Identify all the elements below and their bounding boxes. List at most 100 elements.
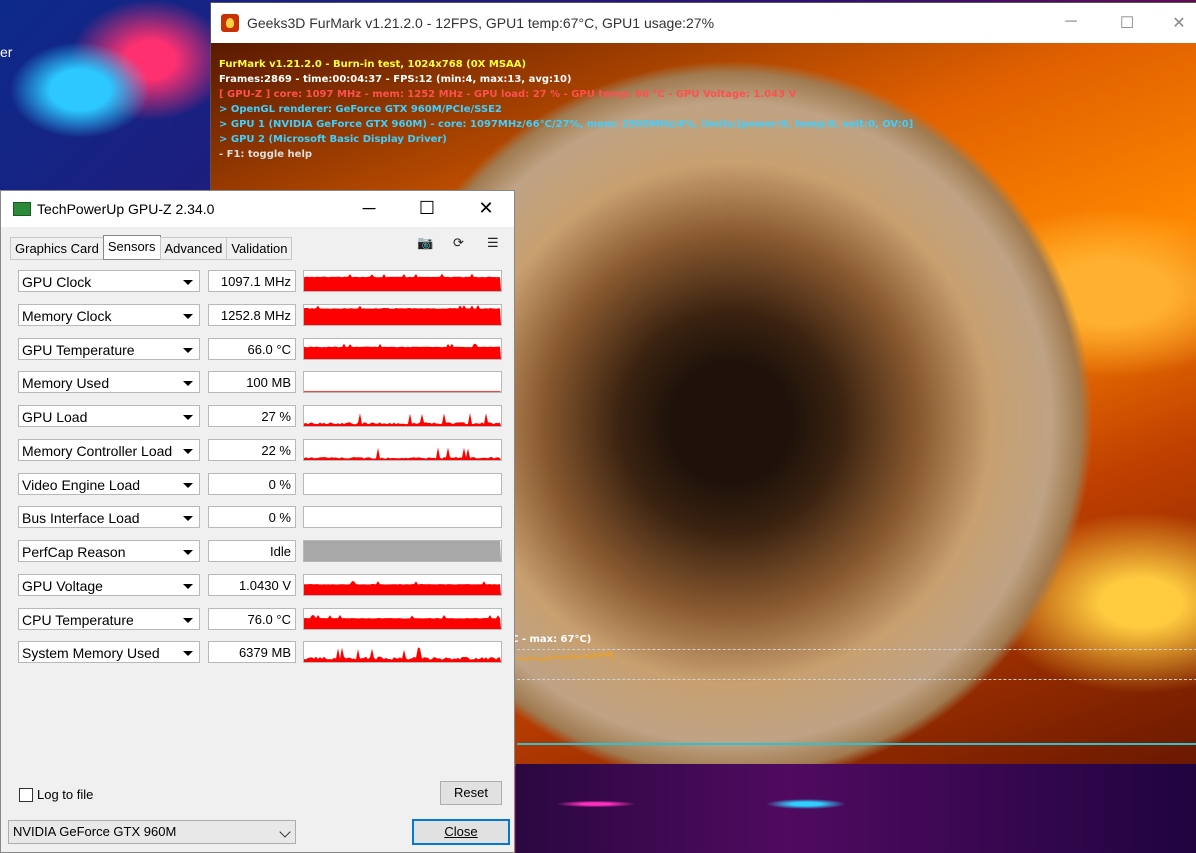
tab-advanced[interactable]: Advanced: [159, 237, 228, 260]
sensor-label-dropdown[interactable]: Memory Controller Load: [18, 439, 200, 461]
close-button[interactable]: Close: [412, 819, 510, 845]
checkbox-box[interactable]: [19, 787, 33, 802]
sensor-value: 22 %: [208, 439, 296, 461]
dropdown-arrow-icon: [183, 314, 193, 319]
furmark-titlebar[interactable]: Geeks3D FurMark v1.21.2.0 - 12FPS, GPU1 …: [211, 3, 1196, 43]
sensor-graph-svg: [304, 541, 501, 561]
sensor-label-dropdown[interactable]: CPU Temperature: [18, 608, 200, 630]
sensor-graph-svg: [304, 343, 501, 359]
log-to-file-label: Log to file: [37, 787, 94, 802]
tab-validation[interactable]: Validation: [226, 237, 293, 260]
camera-icon[interactable]: 📷: [417, 235, 433, 251]
maximize-icon[interactable]: ☐: [415, 198, 439, 219]
sensor-value: 66.0 °C: [208, 338, 296, 360]
sensor-label: PerfCap Reason: [22, 544, 126, 560]
sensor-value: 6379 MB: [208, 641, 296, 663]
sensor-row: GPU Temperature 66.0 °C: [18, 338, 503, 362]
furmark-info-line: - F1: toggle help: [219, 149, 313, 160]
temperature-graph-label: C - max: 67°C): [511, 634, 592, 645]
sensors-panel: GPU Clock 1097.1 MHz Memory Clock 1252.8 MH…: [10, 258, 507, 663]
sensor-label: Memory Controller Load: [22, 443, 173, 459]
dropdown-arrow-icon: [183, 516, 193, 521]
chevron-down-icon: [279, 826, 291, 838]
tab-graphics-card[interactable]: Graphics Card: [10, 237, 104, 260]
sensor-row: GPU Voltage 1.0430 V: [18, 574, 503, 598]
furmark-info-line: Frames:2869 - time:00:04:37 - FPS:12 (mi…: [219, 74, 572, 85]
gpuz-tab-bar: Graphics Card Sensors Advanced Validatio…: [10, 235, 293, 260]
sensor-label-dropdown[interactable]: GPU Load: [18, 405, 200, 427]
sensor-label-dropdown[interactable]: System Memory Used: [18, 641, 200, 663]
sensor-graph-svg: [304, 647, 501, 662]
gpuz-window-title: TechPowerUp GPU-Z 2.34.0: [37, 201, 215, 217]
sensor-label-dropdown[interactable]: Memory Clock: [18, 304, 200, 326]
sensor-graph-svg: [304, 412, 501, 426]
sensor-label-dropdown[interactable]: GPU Clock: [18, 270, 200, 292]
sensor-graph-svg: [304, 507, 501, 527]
sensor-value: 100 MB: [208, 371, 296, 393]
furmark-info-line: FurMark v1.21.2.0 - Burn-in test, 1024x7…: [219, 59, 527, 70]
sensor-graph-area: [304, 273, 501, 291]
sensor-label-dropdown[interactable]: Memory Used: [18, 371, 200, 393]
furmark-info-overlay: FurMark v1.21.2.0 - Burn-in test, 1024x7…: [219, 57, 913, 162]
sensor-graph: [303, 540, 502, 562]
dropdown-arrow-icon: [183, 415, 193, 420]
sensor-label-dropdown[interactable]: Bus Interface Load: [18, 506, 200, 528]
sensor-graph-svg: [304, 305, 501, 325]
sensor-graph: [303, 371, 502, 393]
sensor-value: 0 %: [208, 473, 296, 495]
sensor-graph-svg: [304, 615, 501, 629]
sensor-label: GPU Temperature: [22, 342, 135, 358]
gpuz-app-icon: [13, 202, 31, 216]
sensor-label-dropdown[interactable]: GPU Voltage: [18, 574, 200, 596]
furmark-window-title: Geeks3D FurMark v1.21.2.0 - 12FPS, GPU1 …: [247, 15, 715, 31]
close-icon[interactable]: ✕: [1169, 13, 1189, 33]
sensor-label-dropdown[interactable]: Video Engine Load: [18, 473, 200, 495]
desktop-wallpaper-strip: [516, 764, 1196, 853]
sensor-graph-area: [304, 541, 501, 561]
dropdown-arrow-icon: [183, 483, 193, 488]
sensor-row: Memory Used 100 MB: [18, 371, 503, 395]
sensor-label: Memory Used: [22, 375, 110, 391]
maximize-icon[interactable]: ☐: [1117, 13, 1137, 33]
sensor-graph: [303, 506, 502, 528]
minimize-icon[interactable]: ─: [1061, 13, 1081, 31]
dropdown-arrow-icon: [183, 348, 193, 353]
furmark-info-line: [ GPU-Z ] core: 1097 MHz - mem: 1252 MHz…: [219, 89, 797, 100]
sensor-label-dropdown[interactable]: PerfCap Reason: [18, 540, 200, 562]
sensor-graph: [303, 405, 502, 427]
sensor-graph-area: [304, 615, 501, 629]
furmark-app-icon: [221, 14, 239, 32]
sensor-label-dropdown[interactable]: GPU Temperature: [18, 338, 200, 360]
temperature-graph-line: [517, 650, 613, 662]
sensor-graph-svg: [304, 273, 501, 291]
sensor-row: GPU Load 27 %: [18, 405, 503, 429]
furmark-info-line: > GPU 1 (NVIDIA GeForce GTX 960M) - core…: [219, 119, 914, 130]
gpu-select-value: NVIDIA GeForce GTX 960M: [13, 824, 177, 839]
furmark-info-line: > GPU 2 (Microsoft Basic Display Driver): [219, 134, 447, 145]
furmark-info-line: > OpenGL renderer: GeForce GTX 960M/PCIe…: [219, 104, 502, 115]
menu-icon[interactable]: ☰: [487, 235, 499, 251]
sensor-graph-svg: [304, 474, 501, 494]
sensor-value: 1252.8 MHz: [208, 304, 296, 326]
refresh-icon[interactable]: ⟳: [453, 235, 464, 251]
sensor-graph: [303, 608, 502, 630]
close-icon[interactable]: ✕: [474, 198, 498, 219]
tab-sensors[interactable]: Sensors: [102, 235, 161, 260]
sensor-graph-svg: [304, 447, 501, 460]
sensor-graph-area: [304, 581, 501, 595]
sensor-label: Bus Interface Load: [22, 510, 140, 526]
gpuz-window: TechPowerUp GPU-Z 2.34.0 ─ ☐ ✕ Graphics …: [0, 190, 515, 853]
dropdown-arrow-icon: [183, 381, 193, 386]
sensor-graph: [303, 338, 502, 360]
minimize-icon[interactable]: ─: [357, 198, 381, 219]
sensor-row: Memory Controller Load 22 %: [18, 439, 503, 463]
log-to-file-checkbox[interactable]: Log to file: [19, 787, 93, 802]
gpu-select-dropdown[interactable]: NVIDIA GeForce GTX 960M: [8, 820, 296, 844]
gpuz-titlebar[interactable]: TechPowerUp GPU-Z 2.34.0 ─ ☐ ✕: [1, 191, 514, 227]
dropdown-arrow-icon: [183, 449, 193, 454]
sensor-value: 27 %: [208, 405, 296, 427]
sensor-row: GPU Clock 1097.1 MHz: [18, 270, 503, 294]
desktop-icon-label[interactable]: er: [0, 44, 12, 60]
sensor-label: GPU Load: [22, 409, 88, 425]
reset-button[interactable]: Reset: [440, 781, 502, 805]
